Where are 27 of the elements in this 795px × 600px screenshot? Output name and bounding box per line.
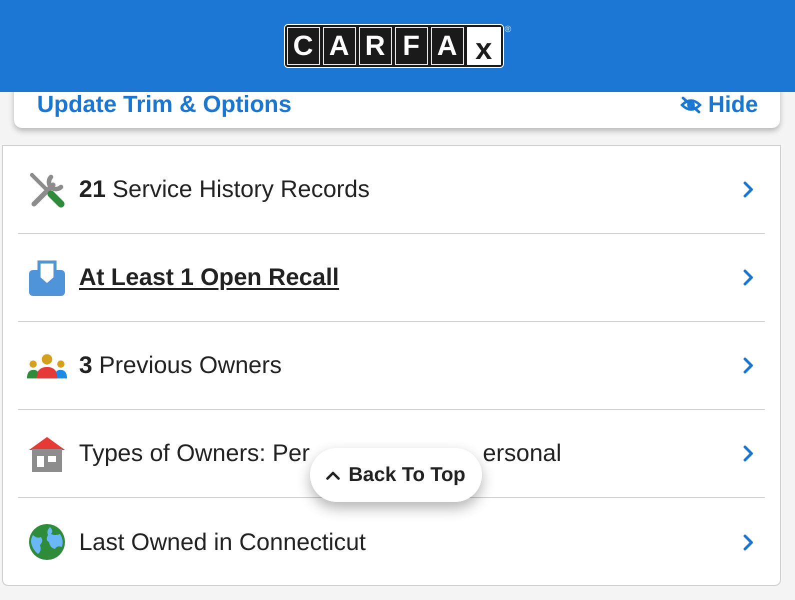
globe-icon <box>28 523 66 561</box>
chevron-right-icon[interactable] <box>743 269 754 286</box>
logo-letter: A <box>322 27 356 65</box>
chevron-right-icon[interactable] <box>743 445 754 462</box>
logo-letter: F <box>394 27 428 65</box>
logo-letter: x <box>466 27 501 65</box>
hide-button[interactable]: Hide <box>680 92 758 117</box>
people-group-icon <box>26 352 68 380</box>
house-icon <box>28 436 66 472</box>
row-label[interactable]: 21 Service History Records <box>79 176 370 203</box>
chevron-right-icon[interactable] <box>743 357 754 374</box>
logo-letter: A <box>430 27 464 65</box>
logo-letter: C <box>286 27 320 65</box>
logo-letter: R <box>358 27 392 65</box>
row-label[interactable]: 3 Previous Owners <box>79 352 282 379</box>
row-label[interactable]: Last Owned in Connecticut <box>79 528 366 556</box>
chevron-right-icon[interactable] <box>743 534 754 550</box>
recall-link[interactable]: At Least 1 Open Recall <box>79 264 340 291</box>
update-trim-link[interactable]: Update Trim & Options <box>37 92 292 117</box>
caret-up-icon <box>326 470 340 480</box>
chevron-right-icon[interactable] <box>743 181 754 198</box>
row-label-end: ersonal <box>482 440 562 467</box>
registered-mark: ® <box>504 24 512 34</box>
recall-tray-icon <box>27 258 67 298</box>
eye-slash-icon <box>680 96 702 114</box>
row-label[interactable]: Types of Owners: Per <box>79 440 310 467</box>
back-to-top-button[interactable]: Back To Top <box>310 448 482 502</box>
